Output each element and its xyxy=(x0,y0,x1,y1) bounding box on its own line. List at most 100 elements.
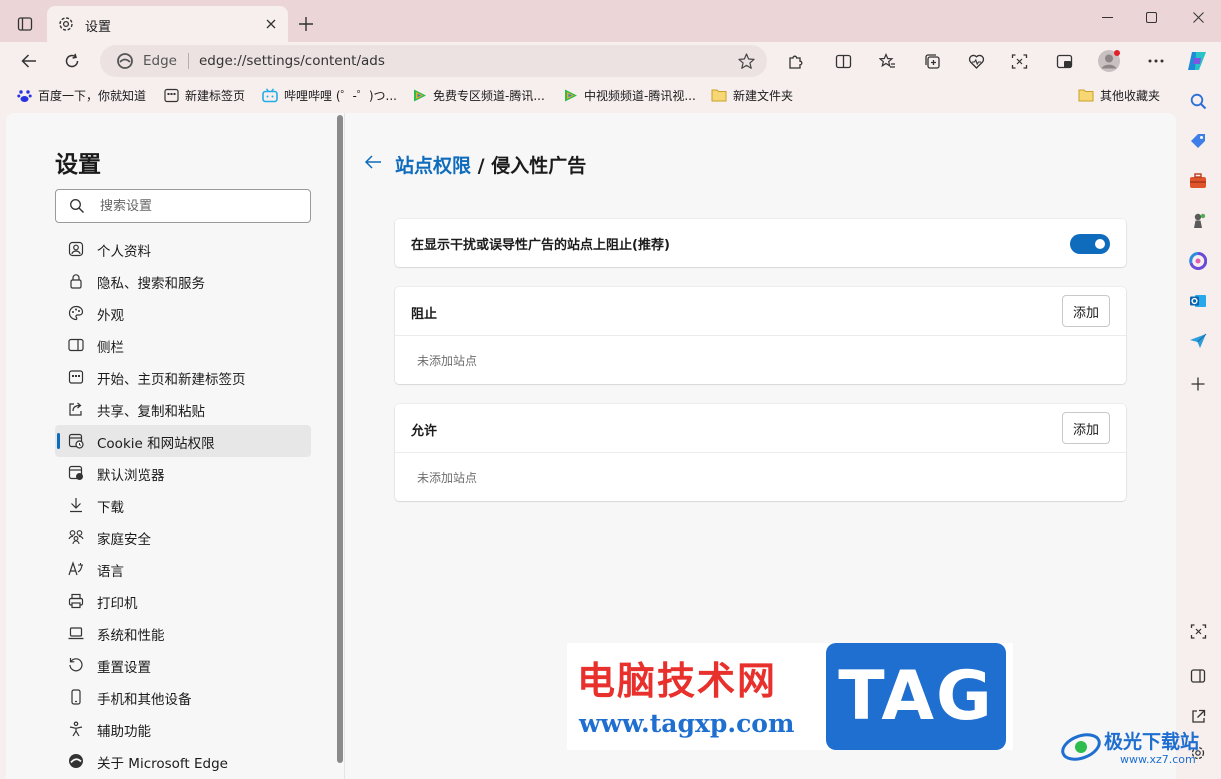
address-bar[interactable]: Edge edge://settings/content/ads xyxy=(100,45,767,77)
new-tab-button[interactable] xyxy=(294,12,318,36)
sidebar-item-sidebar[interactable]: 侧栏 xyxy=(55,329,311,361)
collections-button[interactable] xyxy=(918,47,946,75)
sidebar-hide-button[interactable] xyxy=(1187,665,1209,687)
sidebar-drop-button[interactable] xyxy=(1187,330,1209,352)
add-allowed-site-button[interactable]: 添加 xyxy=(1062,412,1110,444)
edge-logo-icon xyxy=(117,53,133,69)
sidebar-item-system[interactable]: 系统和性能 xyxy=(55,617,311,649)
corner-watermark-url: www.xz7.com xyxy=(1120,753,1196,766)
workspaces-icon xyxy=(1056,54,1072,68)
back-button[interactable] xyxy=(14,46,44,76)
sidebar-item-cookies-permissions[interactable]: Cookie 和网站权限 xyxy=(55,425,311,457)
sidebar-outlook-button[interactable] xyxy=(1187,290,1209,312)
tencent-video-icon xyxy=(562,87,578,103)
card-divider xyxy=(395,335,1126,336)
sidebar-item-phone[interactable]: 手机和其他设备 xyxy=(55,681,311,713)
breadcrumb-link[interactable]: 站点权限 xyxy=(395,155,471,177)
sidebar-shopping-button[interactable] xyxy=(1187,130,1209,152)
watermark-tag-logo: TAG xyxy=(826,643,1006,750)
laptop-icon xyxy=(68,625,84,641)
bookmark-new-tab[interactable]: 新建标签页 xyxy=(163,86,245,104)
watermark-url-text: www.tagxp.com xyxy=(579,709,795,738)
settings-search[interactable] xyxy=(55,189,311,223)
more-menu-button[interactable] xyxy=(1142,47,1170,75)
tab-settings[interactable]: 设置 xyxy=(47,6,288,42)
browser-essentials-button[interactable] xyxy=(962,47,990,75)
sidebar-item-accessibility[interactable]: 辅助功能 xyxy=(55,713,311,745)
block-list-card: 阻止 添加 未添加站点 xyxy=(395,287,1126,384)
sidebar-item-printers[interactable]: 打印机 xyxy=(55,585,311,617)
sidebar-item-share[interactable]: 共享、复制和粘贴 xyxy=(55,393,311,425)
heart-pulse-icon xyxy=(968,54,984,69)
tab-title: 设置 xyxy=(85,20,112,35)
workspaces-button[interactable] xyxy=(1050,47,1078,75)
sidebar-item-privacy[interactable]: 隐私、搜索和服务 xyxy=(55,265,311,297)
sidebar-tools-button[interactable] xyxy=(1187,170,1209,192)
favorite-button[interactable] xyxy=(735,50,757,72)
bookmark-folder[interactable]: 新建文件夹 xyxy=(711,86,793,104)
bookmark-tencent-free[interactable]: 免费专区频道-腾讯... xyxy=(411,86,545,104)
bookmark-bilibili[interactable]: 哔哩哔哩 (゜-゜)つ... xyxy=(262,86,397,104)
add-blocked-site-button[interactable]: 添加 xyxy=(1062,295,1110,327)
accessibility-icon xyxy=(68,721,84,737)
block-ads-toggle[interactable] xyxy=(1070,234,1110,254)
lock-icon xyxy=(68,273,84,289)
copilot-button[interactable] xyxy=(1183,47,1211,75)
sidebar-item-languages[interactable]: 语言 xyxy=(55,553,311,585)
sidebar-item-default-browser[interactable]: 默认浏览器 xyxy=(55,457,311,489)
allow-empty-text: 未添加站点 xyxy=(417,471,478,485)
arrow-left-icon xyxy=(364,155,381,169)
bookmark-label: 百度一下，你就知道 xyxy=(38,88,147,103)
bookmark-other-favorites[interactable]: 其他收藏夹 xyxy=(1078,86,1160,104)
arrow-left-icon xyxy=(21,54,36,68)
printer-icon xyxy=(68,593,84,609)
scrollbar-thumb[interactable] xyxy=(337,115,343,763)
sidebar-toggle-icon xyxy=(1190,669,1206,683)
edge-sidebar xyxy=(1176,80,1221,779)
new-tab-page-icon xyxy=(68,369,84,385)
nav-label: 家庭安全 xyxy=(97,532,151,548)
toggle-label: 在显示干扰或误导性广告的站点上阻止(推荐) xyxy=(411,238,670,253)
sidebar-item-profile[interactable]: 个人资料 xyxy=(55,233,311,265)
screenshot-button[interactable] xyxy=(1005,47,1033,75)
left-nav-scrollbar[interactable] xyxy=(337,113,343,779)
baidu-paw-icon xyxy=(16,87,32,103)
tab-actions-button[interactable] xyxy=(10,10,40,38)
outlook-icon xyxy=(1190,295,1206,307)
extensions-button[interactable] xyxy=(781,47,809,75)
nav-label: 隐私、搜索和服务 xyxy=(97,276,205,292)
block-empty-text: 未添加站点 xyxy=(417,354,478,368)
close-window-button[interactable] xyxy=(1175,4,1221,30)
tab-close-button[interactable] xyxy=(260,13,282,35)
corner-watermark: 极光下载站 www.xz7.com xyxy=(1060,723,1220,773)
sidebar-m365-button[interactable] xyxy=(1187,250,1209,272)
split-screen-button[interactable] xyxy=(829,47,857,75)
toolbox-icon xyxy=(1190,173,1206,188)
sidebar-add-button[interactable] xyxy=(1187,373,1209,395)
sidebar-item-downloads[interactable]: 下载 xyxy=(55,489,311,521)
profile-button[interactable] xyxy=(1095,47,1123,75)
share-icon xyxy=(68,401,84,417)
favorites-button[interactable] xyxy=(873,47,901,75)
address-url[interactable]: edge://settings/content/ads xyxy=(199,53,385,69)
bookmark-baidu[interactable]: 百度一下，你就知道 xyxy=(16,86,146,104)
tencent-video-icon xyxy=(411,87,427,103)
settings-left-nav: 设置 个人资料 隐私、搜索和服务 外观 侧栏 开始、主页和新建标签页 共享、复制… xyxy=(6,113,336,779)
sidebar-games-button[interactable] xyxy=(1187,210,1209,232)
sidebar-item-reset[interactable]: 重置设置 xyxy=(55,649,311,681)
sidebar-screenshot-button[interactable] xyxy=(1187,620,1209,642)
search-input[interactable] xyxy=(100,196,300,216)
minimize-button[interactable] xyxy=(1084,4,1130,30)
maximize-button[interactable] xyxy=(1128,4,1174,30)
bookmark-tencent-mid[interactable]: 中视频频道-腾讯视... xyxy=(562,86,696,104)
sidebar-item-appearance[interactable]: 外观 xyxy=(55,297,311,329)
sidebar-item-family-safety[interactable]: 家庭安全 xyxy=(55,521,311,553)
settings-title: 设置 xyxy=(55,152,101,178)
copilot-icon xyxy=(1188,52,1206,70)
plus-icon xyxy=(299,17,313,31)
back-to-site-permissions-button[interactable] xyxy=(362,151,384,173)
refresh-button[interactable] xyxy=(57,46,87,76)
sidebar-item-about[interactable]: 关于 Microsoft Edge xyxy=(55,745,311,777)
sidebar-item-start-home[interactable]: 开始、主页和新建标签页 xyxy=(55,361,311,393)
sidebar-search-button[interactable] xyxy=(1187,90,1209,112)
